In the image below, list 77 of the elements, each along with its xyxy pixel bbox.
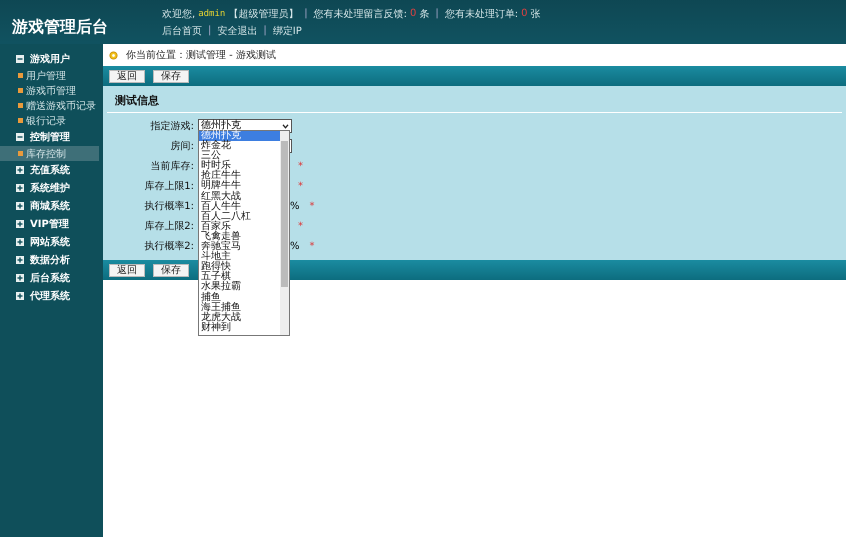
welcome-text: 欢迎您,: [162, 8, 196, 20]
sidebar-item[interactable]: 库存控制: [0, 146, 99, 161]
plus-icon: [16, 238, 24, 246]
sidebar-group[interactable]: 商城系统: [0, 197, 103, 215]
plus-icon: [16, 220, 24, 228]
sidebar-group[interactable]: 控制管理: [0, 128, 103, 146]
dropdown-option[interactable]: 水果拉霸: [199, 282, 280, 292]
required-mark: *: [310, 240, 315, 252]
sidebar-group[interactable]: 网站系统: [0, 233, 103, 251]
field-label: 库存上限2:: [143, 220, 194, 233]
dropdown-option[interactable]: 龙虎大战: [199, 312, 280, 323]
separator: |: [304, 8, 308, 19]
separator: |: [208, 25, 212, 36]
sidebar-item[interactable]: 用户管理: [0, 68, 99, 83]
required-mark: *: [298, 160, 303, 172]
feedback-unit: 条: [419, 8, 430, 20]
header-link[interactable]: 绑定IP: [272, 24, 302, 38]
sidebar-group[interactable]: 后台系统: [0, 269, 103, 287]
percent-sign: %: [290, 240, 300, 252]
required-mark: *: [310, 200, 315, 212]
orders-unit: 张: [530, 8, 541, 20]
field-label: 房间:: [170, 140, 194, 153]
dropdown-option[interactable]: 明牌牛牛: [199, 181, 280, 192]
dropdown-option[interactable]: 捕鱼: [199, 292, 280, 303]
sidebar-item[interactable]: 银行记录: [0, 113, 99, 128]
sidebar-group[interactable]: 游戏用户: [0, 50, 103, 68]
breadcrumb-text: 你当前位置：测试管理 - 游戏测试: [126, 48, 276, 62]
plus-icon: [16, 292, 24, 300]
dropdown-option[interactable]: 百人牛牛: [199, 202, 280, 212]
form-button[interactable]: 保存: [153, 264, 189, 276]
caret-icon: [282, 124, 289, 128]
orders-label: 您有未处理订单:: [444, 8, 518, 20]
form-button[interactable]: 返回: [109, 264, 145, 276]
toolbar-button[interactable]: 保存: [153, 70, 189, 82]
dropdown-option[interactable]: 百人二八杠: [199, 212, 280, 222]
dropdown-option[interactable]: 财神到: [199, 322, 280, 333]
field-label: 执行概率2:: [143, 240, 194, 253]
field-label: 执行概率1:: [143, 200, 194, 213]
app-title: 游戏管理后台: [11, 16, 109, 38]
sidebar-group[interactable]: 代理系统: [0, 287, 103, 305]
percent-sign: %: [290, 200, 300, 212]
minus-icon: [16, 55, 24, 63]
dropdown-option[interactable]: 炸金花: [199, 141, 280, 152]
plus-icon: [16, 202, 24, 210]
field-label: 当前库存:: [150, 160, 194, 173]
form-title: 测试信息: [107, 86, 842, 113]
orders-count: 0: [521, 8, 528, 19]
plus-icon: [16, 184, 24, 192]
sidebar-group[interactable]: 充值系统: [0, 161, 103, 179]
sidebar-group[interactable]: VIP管理: [0, 215, 103, 233]
username: admin: [198, 8, 226, 18]
sidebar-item[interactable]: 赠送游戏币记录: [0, 98, 99, 113]
dropdown-option[interactable]: 海王捕鱼: [199, 302, 280, 313]
dropdown-option[interactable]: 红黑大战: [199, 192, 280, 202]
plus-icon: [16, 166, 24, 174]
dropdown-option[interactable]: 百家乐: [199, 222, 280, 232]
feedback-label: 您有未处理留言反馈:: [314, 8, 408, 20]
field-label: 库存上限1:: [143, 180, 194, 193]
sidebar-group[interactable]: 数据分析: [0, 251, 103, 269]
separator: |: [263, 25, 267, 36]
field-label: 指定游戏:: [150, 120, 194, 133]
sidebar-group[interactable]: 系统维护: [0, 179, 103, 197]
header-link[interactable]: 后台首页: [162, 24, 202, 38]
required-mark: *: [298, 180, 303, 192]
dropdown-option[interactable]: 五子棋: [199, 272, 280, 282]
scrollbar[interactable]: [280, 131, 289, 335]
location-icon: [109, 50, 118, 60]
role-text: 【超级管理员】: [228, 8, 298, 20]
plus-icon: [16, 274, 24, 282]
required-mark: *: [298, 220, 303, 232]
plus-icon: [16, 256, 24, 264]
minus-icon: [16, 133, 24, 141]
header-link[interactable]: 安全退出: [217, 24, 258, 38]
separator: |: [435, 8, 439, 19]
feedback-count: 0: [410, 8, 416, 19]
sidebar-item[interactable]: 游戏币管理: [0, 83, 99, 98]
toolbar-button[interactable]: 返回: [109, 70, 145, 82]
